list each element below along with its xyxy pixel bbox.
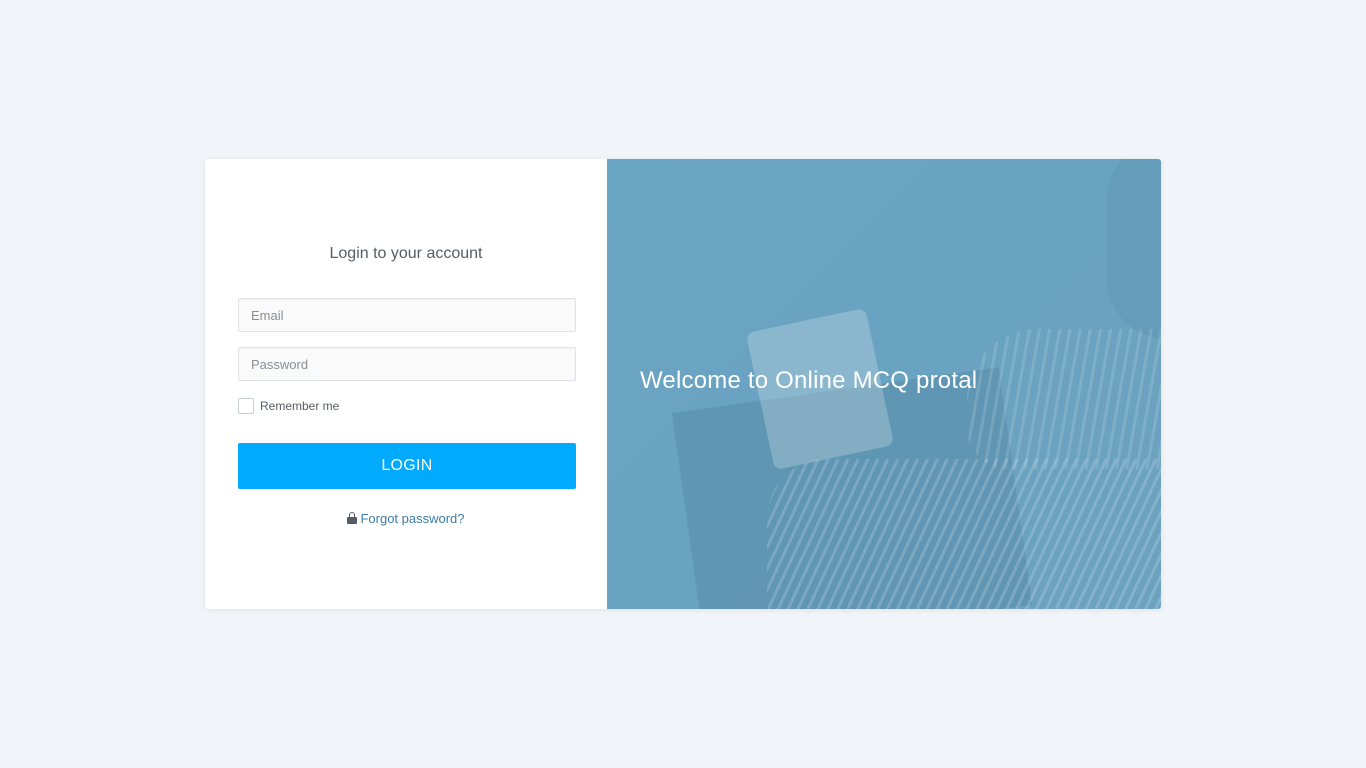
password-field[interactable] bbox=[238, 347, 576, 381]
remember-me: Remember me bbox=[238, 398, 339, 414]
login-panel: Login to your account Remember me LOGIN … bbox=[205, 159, 607, 609]
forgot-password-link[interactable]: Forgot password? bbox=[360, 511, 464, 526]
login-card: Login to your account Remember me LOGIN … bbox=[205, 159, 1161, 609]
background-photo-arm bbox=[967, 329, 1161, 469]
forgot-password: Forgot password? bbox=[205, 511, 607, 526]
remember-me-checkbox[interactable] bbox=[238, 398, 254, 414]
remember-me-label[interactable]: Remember me bbox=[260, 399, 339, 413]
welcome-heading: Welcome to Online MCQ protal bbox=[640, 367, 978, 394]
lock-icon bbox=[347, 512, 358, 524]
email-field[interactable] bbox=[238, 298, 576, 332]
welcome-panel: Welcome to Online MCQ protal bbox=[607, 159, 1161, 609]
login-button[interactable]: LOGIN bbox=[238, 443, 576, 489]
background-photo-sleeve bbox=[767, 459, 1161, 609]
login-title: Login to your account bbox=[329, 245, 483, 262]
background-photo-person bbox=[1107, 159, 1161, 339]
